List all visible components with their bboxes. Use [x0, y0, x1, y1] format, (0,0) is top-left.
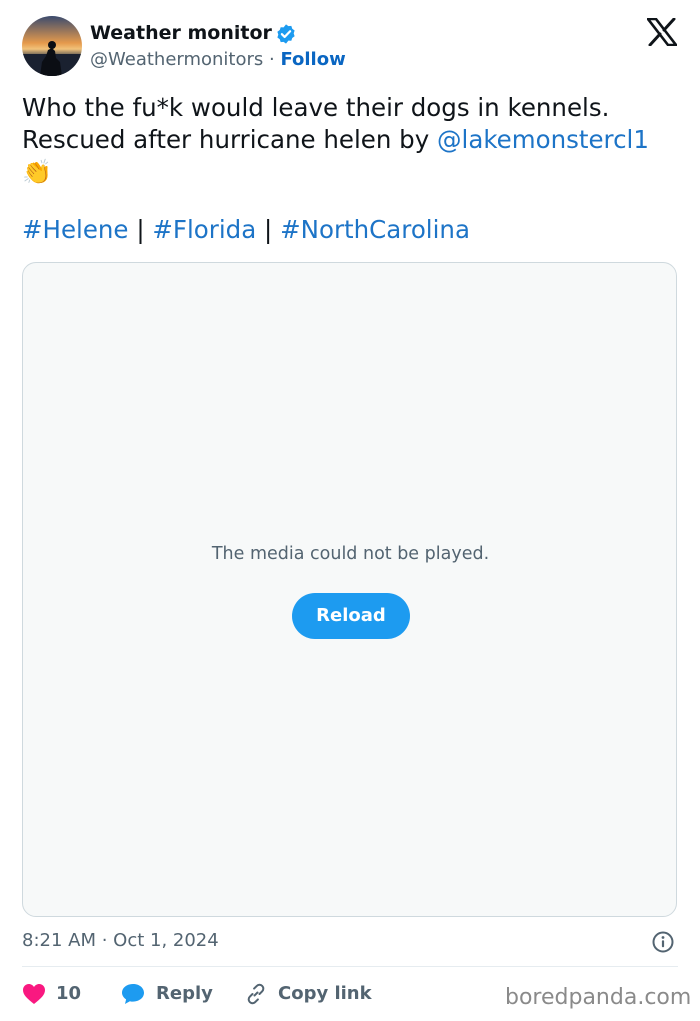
- watermark: boredpanda.com: [505, 985, 692, 1010]
- tweet-card: Weather monitor @Weathermonitors · Follo…: [0, 0, 700, 1021]
- tweet-text: Who the fu*k would leave their dogs in k…: [22, 92, 687, 188]
- hashtag-row: #Helene | #Florida | #NorthCarolina: [22, 213, 470, 247]
- hashtag-florida[interactable]: #Florida: [152, 215, 256, 244]
- x-logo-icon[interactable]: [647, 18, 677, 46]
- like-button[interactable]: 10: [22, 980, 81, 1008]
- reply-label: Reply: [156, 983, 213, 1004]
- tweet-text-line1: Who the fu*k would leave their dogs in k…: [22, 93, 610, 122]
- hashtag-separator: |: [136, 215, 145, 244]
- like-count: 10: [56, 983, 82, 1004]
- tweet-text-line2: Rescued after hurricane helen by: [22, 125, 438, 154]
- heart-icon: [23, 984, 45, 1004]
- copy-link-label: Copy link: [278, 983, 372, 1004]
- hashtag-separator: |: [264, 215, 273, 244]
- avatar[interactable]: [22, 16, 82, 76]
- clapping-hands-icon: 👏: [22, 158, 52, 186]
- copy-link-button[interactable]: Copy link: [244, 980, 372, 1008]
- info-icon[interactable]: [651, 930, 675, 954]
- tweet-timestamp[interactable]: 8:21 AM · Oct 1, 2024: [22, 930, 219, 951]
- verified-badge-icon: [277, 24, 295, 44]
- media-container[interactable]: The media could not be played. Reload: [22, 262, 677, 917]
- media-error-message: The media could not be played.: [211, 544, 490, 564]
- avatar-silhouette-icon: [22, 41, 82, 76]
- hashtag-helene[interactable]: #Helene: [22, 215, 129, 244]
- mention-link[interactable]: @lakemonstercl1: [437, 125, 649, 154]
- footer-divider: [22, 966, 678, 967]
- author-handle-row: @Weathermonitors · Follow: [90, 49, 346, 70]
- follow-link[interactable]: Follow: [280, 49, 345, 70]
- reload-button[interactable]: Reload: [292, 593, 410, 639]
- author-display-name[interactable]: Weather monitor: [90, 22, 272, 44]
- reply-button[interactable]: Reply: [120, 980, 213, 1008]
- handle-separator: ·: [263, 49, 281, 70]
- author-handle[interactable]: @Weathermonitors: [90, 49, 263, 70]
- action-bar: 10 Reply Copy link: [22, 980, 482, 1008]
- hashtag-northcarolina[interactable]: #NorthCarolina: [280, 215, 470, 244]
- link-icon: [247, 983, 265, 1005]
- speech-bubble-icon: [122, 984, 144, 1004]
